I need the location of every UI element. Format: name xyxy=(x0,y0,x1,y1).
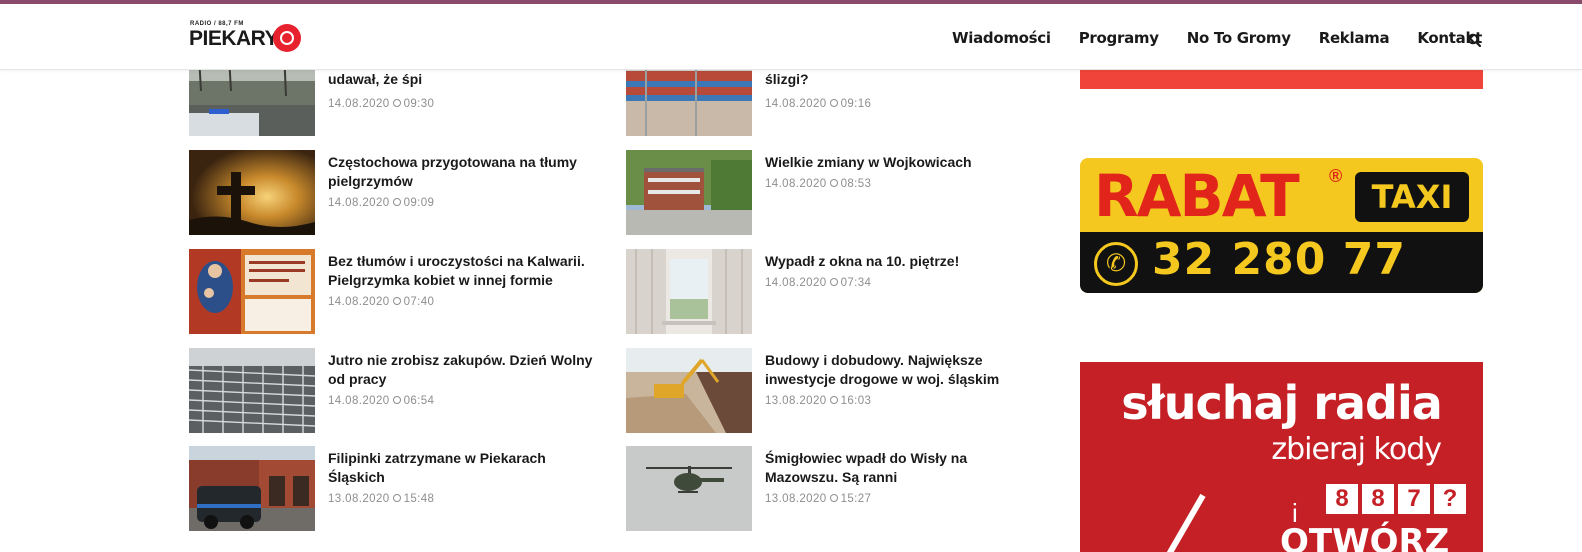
article-time: 15:27 xyxy=(840,493,872,505)
ad-radio-code-digit: 8 xyxy=(1326,484,1358,514)
clock-icon xyxy=(392,198,401,206)
article-title[interactable]: Budowy i dobudowy. Największe inwestycje… xyxy=(765,351,1040,389)
article-title[interactable]: Śmigłowiec wpadł do Wisły na Mazowszu. S… xyxy=(765,449,1040,487)
article-title[interactable]: Jutro nie zrobisz zakupów. Dzień Wolny o… xyxy=(328,351,603,389)
clock-icon xyxy=(392,396,401,404)
ad-taxi-label: TAXI xyxy=(1355,172,1469,222)
clock-icon xyxy=(392,99,401,107)
article-thumbnail[interactable] xyxy=(189,249,315,334)
article-meta: 14.08.2020 07:40 xyxy=(328,296,434,308)
ad-taxi-registered-mark: ® xyxy=(1329,166,1343,186)
clock-icon xyxy=(392,297,401,305)
nav-reklama[interactable]: Reklama xyxy=(1319,29,1390,47)
article-date: 13.08.2020 xyxy=(765,493,827,505)
article-date: 14.08.2020 xyxy=(765,277,827,289)
article-meta: 14.08.2020 08:53 xyxy=(765,178,871,190)
article-meta: 14.08.2020 07:34 xyxy=(765,277,871,289)
logo-ring-icon xyxy=(273,24,301,52)
ad-radio-slash-decoration xyxy=(1160,493,1206,552)
article-meta: 14.08.2020 06:54 xyxy=(328,395,434,407)
article-time: 08:53 xyxy=(840,178,872,190)
article-time: 09:16 xyxy=(840,98,872,110)
article-time: 07:34 xyxy=(840,277,872,289)
article-date: 14.08.2020 xyxy=(765,178,827,190)
article-title[interactable]: Wielkie zmiany w Wojkowicach xyxy=(765,153,1040,172)
article-time: 16:03 xyxy=(840,395,872,407)
ad-radio-code-digit: 7 xyxy=(1398,484,1430,514)
ad-radio-codes[interactable]: słuchaj radia zbieraj kody i 8 8 7 ? OTW… xyxy=(1080,362,1483,552)
phone-icon: ✆ xyxy=(1094,242,1138,286)
article-thumbnail[interactable] xyxy=(626,348,752,433)
nav-wiadomosci[interactable]: Wiadomości xyxy=(952,29,1051,47)
article-thumbnail[interactable] xyxy=(189,150,315,235)
article-date: 14.08.2020 xyxy=(328,197,390,209)
list-item[interactable]: Śmigłowiec wpadł do Wisły na Mazowszu. S… xyxy=(626,446,1046,532)
nav-no-to-gromy[interactable]: No To Gromy xyxy=(1187,29,1291,47)
article-thumbnail[interactable] xyxy=(189,348,315,433)
article-time: 06:54 xyxy=(403,395,435,407)
nav-programy[interactable]: Programy xyxy=(1079,29,1159,47)
article-date: 13.08.2020 xyxy=(328,493,390,505)
clock-icon xyxy=(392,494,401,502)
article-title[interactable]: ślizgi? xyxy=(765,70,1040,89)
article-thumbnail[interactable] xyxy=(626,446,752,531)
article-time: 15:48 xyxy=(403,493,435,505)
article-meta: 14.08.2020 09:09 xyxy=(328,197,434,209)
article-meta: 13.08.2020 15:27 xyxy=(765,493,871,505)
article-time: 07:40 xyxy=(403,296,435,308)
clock-icon xyxy=(829,494,838,502)
article-time: 09:09 xyxy=(403,197,435,209)
site-header: RADIO / 88,7 FM PIEKARY Wiadomości Progr… xyxy=(0,4,1582,70)
article-title[interactable]: Częstochowa przygotowana na tłumy pielgr… xyxy=(328,153,603,191)
list-item[interactable]: Budowy i dobudowy. Największe inwestycje… xyxy=(626,348,1046,434)
clock-icon xyxy=(829,396,838,404)
list-item[interactable]: Filipinki zatrzymane w Piekarach Śląskic… xyxy=(189,446,609,532)
ad-taxi-phone: 32 280 77 77 xyxy=(1152,234,1406,293)
article-title[interactable]: Filipinki zatrzymane w Piekarach Śląskic… xyxy=(328,449,603,487)
article-title[interactable]: Bez tłumów i uroczystości na Kalwarii. P… xyxy=(328,252,603,290)
clock-icon xyxy=(829,99,838,107)
ad-radio-headline: słuchaj radia xyxy=(1121,376,1443,430)
article-time: 09:30 xyxy=(403,98,435,110)
clock-icon xyxy=(829,179,838,187)
ad-radio-subline: zbieraj kody xyxy=(1271,432,1442,467)
article-date: 14.08.2020 xyxy=(328,296,390,308)
article-meta: 13.08.2020 16:03 xyxy=(765,395,871,407)
list-item[interactable]: Wielkie zmiany w Wojkowicach 14.08.2020 0… xyxy=(626,150,1046,236)
ad-taxi-brand: RABAT xyxy=(1094,162,1300,230)
site-logo[interactable]: RADIO / 88,7 FM PIEKARY xyxy=(189,20,304,52)
ad-radio-code-digit: ? xyxy=(1434,484,1466,514)
article-date: 14.08.2020 xyxy=(328,98,390,110)
logo-name: PIEKARY xyxy=(189,27,279,50)
search-icon[interactable] xyxy=(1467,33,1481,47)
article-title[interactable]: udawał, że śpi xyxy=(328,70,603,89)
article-meta: 14.08.2020 09:30 xyxy=(328,98,434,110)
article-meta: 13.08.2020 15:48 xyxy=(328,493,434,505)
article-thumbnail[interactable] xyxy=(189,446,315,531)
clock-icon xyxy=(829,278,838,286)
article-date: 13.08.2020 xyxy=(765,395,827,407)
article-thumbnail[interactable] xyxy=(626,150,752,235)
article-meta: 14.08.2020 09:16 xyxy=(765,98,871,110)
list-item[interactable]: Częstochowa przygotowana na tłumy pielgr… xyxy=(189,150,609,236)
main-nav: Wiadomości Programy No To Gromy Reklama … xyxy=(924,28,1482,48)
ad-radio-code-digit: 8 xyxy=(1362,484,1394,514)
article-thumbnail[interactable] xyxy=(626,249,752,334)
list-item[interactable]: Jutro nie zrobisz zakupów. Dzień Wolny o… xyxy=(189,348,609,434)
ad-rabat-taxi[interactable]: RABAT ® TAXI ✆ 32 280 77 77 xyxy=(1080,158,1483,293)
article-date: 14.08.2020 xyxy=(328,395,390,407)
article-date: 14.08.2020 xyxy=(765,98,827,110)
list-item[interactable]: Bez tłumów i uroczystości na Kalwarii. P… xyxy=(189,249,609,335)
article-title[interactable]: Wypadł z okna na 10. piętrze! xyxy=(765,252,1040,271)
list-item[interactable]: Wypadł z okna na 10. piętrze! 14.08.2020… xyxy=(626,249,1046,335)
